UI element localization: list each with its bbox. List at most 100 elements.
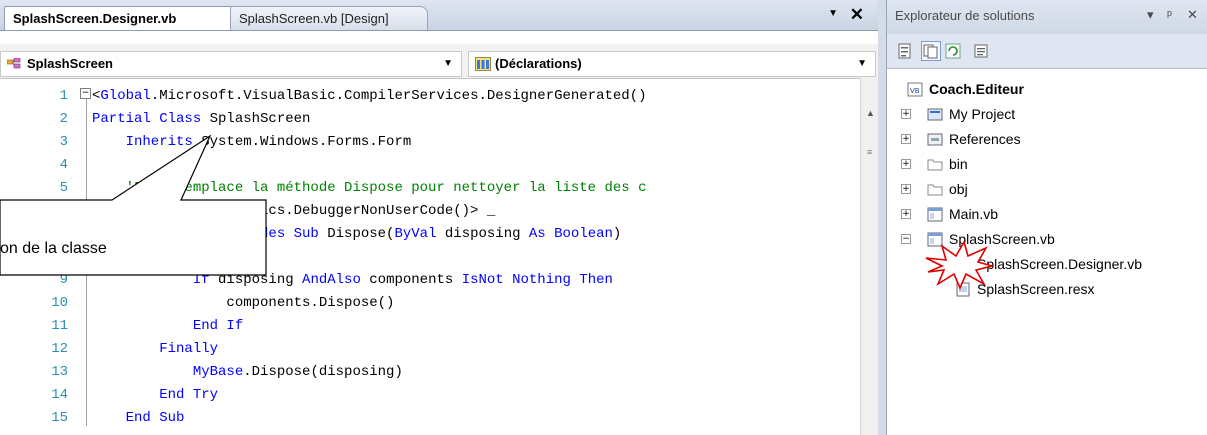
line-number: 10 xyxy=(51,295,68,311)
expand-icon[interactable]: + xyxy=(901,109,911,119)
tree-item-label: My Project xyxy=(949,106,1016,122)
code-text: Finally xyxy=(92,341,219,357)
code-line[interactable]: 9 If disposing AndAlso components IsNot … xyxy=(0,272,860,295)
code-line[interactable]: 14 End Try xyxy=(0,387,860,410)
tree-item[interactable]: + obj xyxy=(887,178,1207,200)
solution-explorer: Explorateur de solutions ▾ ᵖ ✕ VB Coach.E… xyxy=(886,0,1207,435)
tree-item[interactable]: + Main.vb xyxy=(887,203,1207,225)
scroll-up-arrow-icon[interactable]: ▲ xyxy=(866,108,875,118)
code-line[interactable]: 2 Partial Class SplashScreen xyxy=(0,111,860,134)
chevron-down-icon[interactable]: ▼ xyxy=(828,8,838,19)
code-text: Partial Class SplashScreen xyxy=(92,111,311,127)
code-text: End Try xyxy=(92,387,219,403)
tab-splashscreen-design[interactable]: SplashScreen.vb [Design] xyxy=(230,6,428,30)
code-text: Protected Overrides Sub Dispose(ByVal di… xyxy=(92,226,622,242)
line-number: 13 xyxy=(51,364,68,380)
tree-item-label: Main.vb xyxy=(949,206,999,222)
code-text: If disposing AndAlso components IsNot No… xyxy=(92,272,613,288)
close-icon[interactable]: ✕ xyxy=(1187,7,1198,23)
tree-item[interactable]: + My Project xyxy=(887,103,1207,125)
code-line[interactable]: 10 components.Dispose() xyxy=(0,295,860,318)
class-combo-value: SplashScreen xyxy=(27,56,113,71)
code-line[interactable]: 12 Finally xyxy=(0,341,860,364)
vb-project-icon: VB xyxy=(907,81,923,97)
line-number: 14 xyxy=(51,387,68,403)
member-combo-value: (Déclarations) xyxy=(495,56,582,71)
callout-text: on de la classe xyxy=(0,240,107,257)
class-icon xyxy=(7,58,21,69)
code-line[interactable]: 4 xyxy=(0,157,860,180)
scroll-thumb[interactable]: ≡ xyxy=(867,148,874,157)
close-icon[interactable]: ✕ xyxy=(850,5,864,25)
form-icon xyxy=(927,206,943,222)
expand-icon[interactable]: + xyxy=(901,209,911,219)
line-number: 3 xyxy=(59,134,68,150)
line-number: 2 xyxy=(59,111,68,127)
tree-item-label: obj xyxy=(949,181,968,197)
line-number: 1 xyxy=(59,88,68,104)
chevron-down-icon[interactable]: ▼ xyxy=(857,52,867,76)
folder-icon xyxy=(927,156,943,171)
expand-icon[interactable]: + xyxy=(901,159,911,169)
navigation-bar: SplashScreen ▼ (Déclarations) ▼ xyxy=(0,44,878,79)
code-text: MyBase.Dispose(disposing) xyxy=(92,364,403,380)
code-line[interactable]: 6 <System.Diagnostics.DebuggerNonUserCod… xyxy=(0,203,860,226)
code-editor-pane: SplashScreen.Designer.vb SplashScreen.vb… xyxy=(0,0,878,435)
line-number: 11 xyxy=(51,318,68,334)
line-number: 5 xyxy=(59,180,68,196)
references-icon xyxy=(927,131,943,146)
code-text-area[interactable]: 1 <Global.Microsoft.VisualBasic.CompilerS… xyxy=(0,88,860,435)
code-text: End If xyxy=(92,318,244,334)
chevron-down-icon[interactable]: ▼ xyxy=(443,52,453,76)
code-line[interactable]: 8 Try xyxy=(0,249,860,272)
pin-icon[interactable]: ᵖ xyxy=(1167,7,1172,22)
explorer-toolbar xyxy=(887,34,1207,69)
window-position-dropdown-icon[interactable]: ▾ xyxy=(1147,7,1154,23)
line-number: 9 xyxy=(59,272,68,288)
tab-splashscreen-designer[interactable]: SplashScreen.Designer.vb xyxy=(4,6,240,30)
code-text: <System.Diagnostics.DebuggerNonUserCode(… xyxy=(92,203,496,219)
highlight-starburst xyxy=(925,240,994,290)
declarations-icon xyxy=(475,57,491,71)
my-project-icon xyxy=(927,106,943,121)
properties-icon[interactable] xyxy=(895,41,915,61)
code-line[interactable]: 5 'Form remplace la méthode Dispose pour… xyxy=(0,180,860,203)
tree-item-label: Coach.Editeur xyxy=(929,81,1024,97)
line-number: 12 xyxy=(51,341,68,357)
code-line[interactable]: 15 End Sub xyxy=(0,410,860,433)
tree-item[interactable]: + bin xyxy=(887,153,1207,175)
code-line[interactable]: 13 MyBase.Dispose(disposing) xyxy=(0,364,860,387)
tree-item[interactable]: VB Coach.Editeur xyxy=(887,78,1207,100)
show-all-files-icon[interactable] xyxy=(921,41,941,61)
code-line[interactable]: 3 Inherits System.Windows.Forms.Form xyxy=(0,134,860,157)
line-number: 4 xyxy=(59,157,68,173)
code-line[interactable]: 7 Protected Overrides Sub Dispose(ByVal … xyxy=(0,226,860,249)
member-name-combo[interactable]: (Déclarations) ▼ xyxy=(468,51,876,77)
svg-text:VB: VB xyxy=(910,87,920,95)
document-tab-strip: SplashScreen.Designer.vb SplashScreen.vb… xyxy=(0,0,878,31)
collapse-icon[interactable]: − xyxy=(901,234,911,244)
tree-item[interactable]: + References xyxy=(887,128,1207,150)
line-number: 6 xyxy=(59,203,68,219)
tree-item-label: SplashScreen.Designer.vb xyxy=(977,256,1142,272)
tree-item-label: SplashScreen.resx xyxy=(977,281,1095,297)
code-text: <Global.Microsoft.VisualBasic.CompilerSe… xyxy=(92,88,647,104)
code-text: End Sub xyxy=(92,410,185,426)
code-text: 'Form remplace la méthode Dispose pour n… xyxy=(92,180,647,196)
code-text: Inherits System.Windows.Forms.Form xyxy=(92,134,412,150)
refresh-icon[interactable] xyxy=(943,41,963,61)
tree-item-label: References xyxy=(949,131,1021,147)
code-text: components.Dispose() xyxy=(92,295,395,311)
explorer-title: Explorateur de solutions xyxy=(895,8,1035,23)
expand-icon[interactable]: + xyxy=(901,134,911,144)
view-code-icon[interactable] xyxy=(971,41,991,61)
line-number: 15 xyxy=(51,410,68,426)
explorer-title-bar: Explorateur de solutions ▾ ᵖ ✕ xyxy=(887,0,1207,34)
vertical-scrollbar[interactable]: ▲ ≡ xyxy=(860,78,878,435)
class-name-combo[interactable]: SplashScreen ▼ xyxy=(0,51,462,77)
expand-icon[interactable]: + xyxy=(901,184,911,194)
code-line[interactable]: 1 <Global.Microsoft.VisualBasic.CompilerS… xyxy=(0,88,860,111)
code-line[interactable]: 11 End If xyxy=(0,318,860,341)
tree-item-label: bin xyxy=(949,156,968,172)
folder-icon xyxy=(927,181,943,196)
